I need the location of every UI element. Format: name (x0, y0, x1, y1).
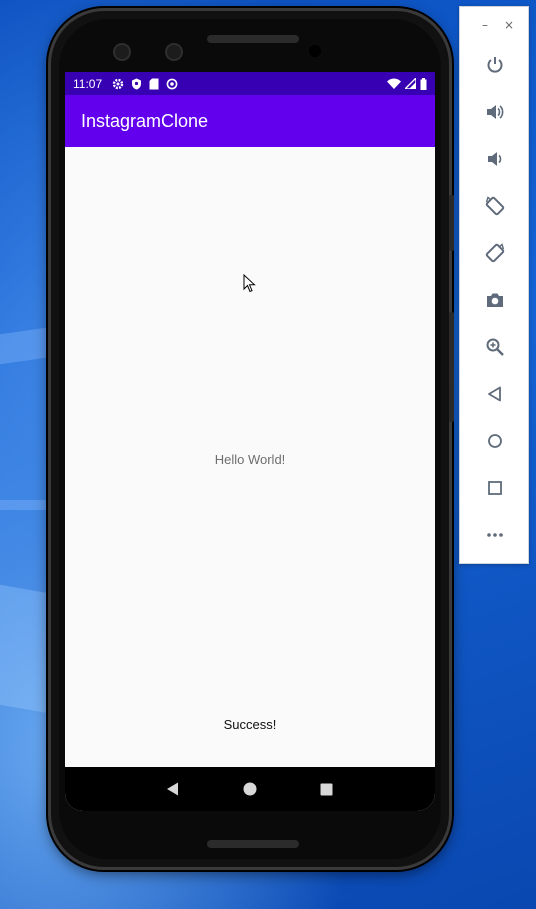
proximity-sensor (309, 45, 321, 57)
wifi-icon (387, 78, 401, 89)
front-camera-left (113, 43, 131, 61)
hello-world-text: Hello World! (214, 452, 286, 467)
rotate-right-button[interactable] (460, 229, 530, 276)
back-triangle-icon (167, 782, 179, 796)
nav-back-button[interactable] (163, 779, 183, 799)
top-speaker (207, 35, 299, 43)
home-circle-icon (243, 782, 257, 796)
volume-down-button[interactable] (460, 135, 530, 182)
volume-down-icon (488, 151, 502, 166)
status-time: 11:07 (73, 76, 103, 91)
back-icon (488, 386, 501, 401)
app-title: InstagramClone (81, 110, 209, 131)
success-text: Success! (223, 717, 277, 732)
app-toolbar: InstagramClone (65, 95, 435, 147)
device-screen: 11:07 InstagramClone Hello World! Succes… (65, 72, 435, 811)
volume-up-icon (487, 104, 504, 119)
main-content: Hello World! Success! (65, 147, 435, 767)
home-button[interactable] (460, 417, 530, 464)
power-button[interactable] (460, 41, 530, 88)
minimize-button[interactable]: – (482, 19, 488, 41)
front-camera-right (165, 43, 183, 61)
overview-square-icon (320, 783, 333, 795)
zoom-button[interactable] (460, 323, 530, 370)
more-button[interactable] (460, 511, 530, 558)
battery-icon (420, 77, 427, 90)
side-power-button[interactable] (449, 195, 454, 251)
side-volume-button[interactable] (449, 312, 454, 422)
nav-home-button[interactable] (240, 779, 260, 799)
nav-overview-button[interactable] (317, 779, 337, 799)
sync-icon (166, 78, 178, 89)
rotate-right-icon (485, 242, 505, 262)
shield-icon (132, 78, 142, 89)
mouse-cursor-icon (243, 274, 256, 293)
bottom-speaker (207, 840, 299, 848)
cell-signal-icon (405, 78, 416, 89)
camera-icon (487, 293, 503, 307)
rotate-left-icon (485, 195, 505, 215)
system-nav-bar (65, 767, 435, 811)
close-button[interactable]: × (504, 19, 514, 41)
screenshot-button[interactable] (460, 276, 530, 323)
emulator-toolbar: – × (459, 6, 529, 564)
more-icon (487, 532, 503, 537)
zoom-icon (486, 338, 504, 356)
volume-up-button[interactable] (460, 88, 530, 135)
overview-button[interactable] (460, 464, 530, 511)
rotate-left-button[interactable] (460, 182, 530, 229)
back-button[interactable] (460, 370, 530, 417)
sd-card-icon (149, 78, 159, 89)
power-icon (487, 56, 503, 73)
home-icon (488, 433, 502, 448)
settings-icon (112, 78, 124, 89)
status-bar: 11:07 (65, 72, 435, 95)
overview-icon (488, 480, 502, 495)
